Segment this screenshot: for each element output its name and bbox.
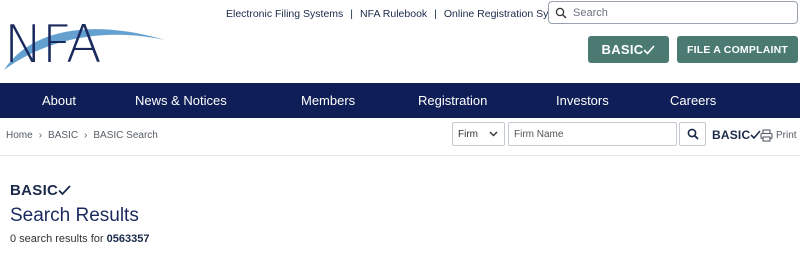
firm-name-input[interactable] <box>508 122 677 146</box>
checkmark-icon <box>58 185 71 196</box>
search-query: 0563357 <box>106 233 150 245</box>
site-header: NFA Electronic Filing Systems | NFA Rule… <box>0 0 800 83</box>
main-nav: About News & Notices Members Registratio… <box>0 83 800 118</box>
basic-button[interactable]: BASIC <box>588 36 669 63</box>
nav-item-members[interactable]: Members <box>301 83 355 118</box>
site-search <box>548 1 798 24</box>
file-complaint-button[interactable]: FILE A COMPLAINT <box>677 36 798 63</box>
print-button[interactable]: Print <box>760 129 797 142</box>
nav-item-about[interactable]: About <box>42 83 76 118</box>
top-links: Electronic Filing Systems | NFA Rulebook… <box>226 7 571 21</box>
logo-text: NFA <box>4 15 101 75</box>
breadcrumb: Home › BASIC › BASIC Search <box>6 130 158 141</box>
nfa-logo[interactable]: NFA <box>0 0 170 78</box>
chevron-right-icon: › <box>84 130 88 141</box>
breadcrumb-basic-search: BASIC Search <box>93 130 158 141</box>
site-search-input[interactable] <box>573 6 793 19</box>
basic-logo-label: BASIC <box>712 128 751 142</box>
basic-logo-label: BASIC <box>10 182 59 199</box>
breadcrumb-bar: Home › BASIC › BASIC Search Firm BASIC P… <box>0 118 800 156</box>
print-label: Print <box>776 130 797 141</box>
search-icon <box>555 7 567 18</box>
search-icon <box>687 128 699 140</box>
basic-logo: BASIC <box>10 182 71 199</box>
nav-item-investors[interactable]: Investors <box>556 83 609 118</box>
results-count-text: 0 search results for <box>10 233 104 245</box>
printer-icon <box>760 129 773 142</box>
nav-item-careers[interactable]: Careers <box>670 83 716 118</box>
chevron-right-icon: › <box>38 130 43 141</box>
basic-button-label: BASIC <box>601 42 644 57</box>
search-type-value: Firm <box>458 128 478 140</box>
search-type-select[interactable]: Firm <box>452 122 505 146</box>
nav-item-registration[interactable]: Registration <box>418 83 487 118</box>
breadcrumb-home[interactable]: Home <box>6 130 33 141</box>
search-button[interactable] <box>679 122 706 146</box>
page-title: Search Results <box>10 205 139 226</box>
link-electronic-filing[interactable]: Electronic Filing Systems <box>226 8 343 20</box>
link-separator: | <box>350 8 354 20</box>
results-summary: 0 search results for 0563357 <box>10 233 149 245</box>
checkmark-icon <box>643 44 656 55</box>
chevron-down-icon <box>489 131 498 137</box>
link-nfa-rulebook[interactable]: NFA Rulebook <box>360 8 427 20</box>
breadcrumb-basic[interactable]: BASIC <box>48 130 78 141</box>
nav-item-news-notices[interactable]: News & Notices <box>135 83 227 118</box>
link-separator: | <box>434 8 437 20</box>
basic-logo-link[interactable]: BASIC <box>712 128 761 142</box>
